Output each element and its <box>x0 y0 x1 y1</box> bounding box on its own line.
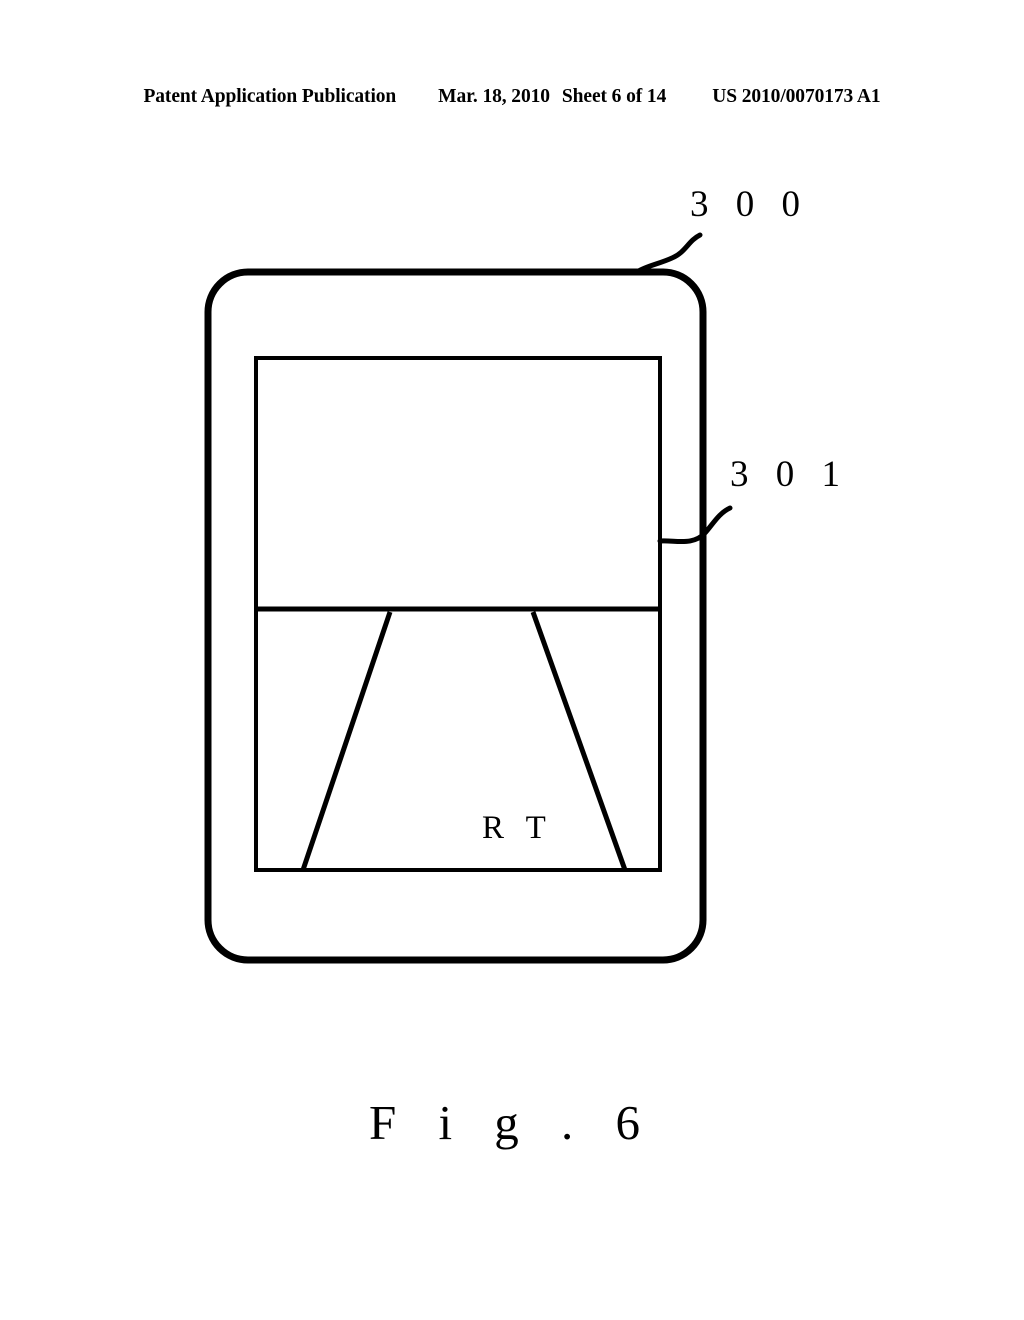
figure-caption: F i g . 6 <box>368 1095 656 1150</box>
leader-line-300 <box>634 232 703 275</box>
reference-label-300: 3 0 0 <box>690 184 809 225</box>
trapezoid-left-edge <box>300 611 393 871</box>
reference-label-301: 3 0 1 <box>730 454 849 495</box>
screen-label-rt: R T <box>482 810 553 846</box>
device-body-outline <box>204 268 707 964</box>
leader-line-301 <box>657 505 733 544</box>
